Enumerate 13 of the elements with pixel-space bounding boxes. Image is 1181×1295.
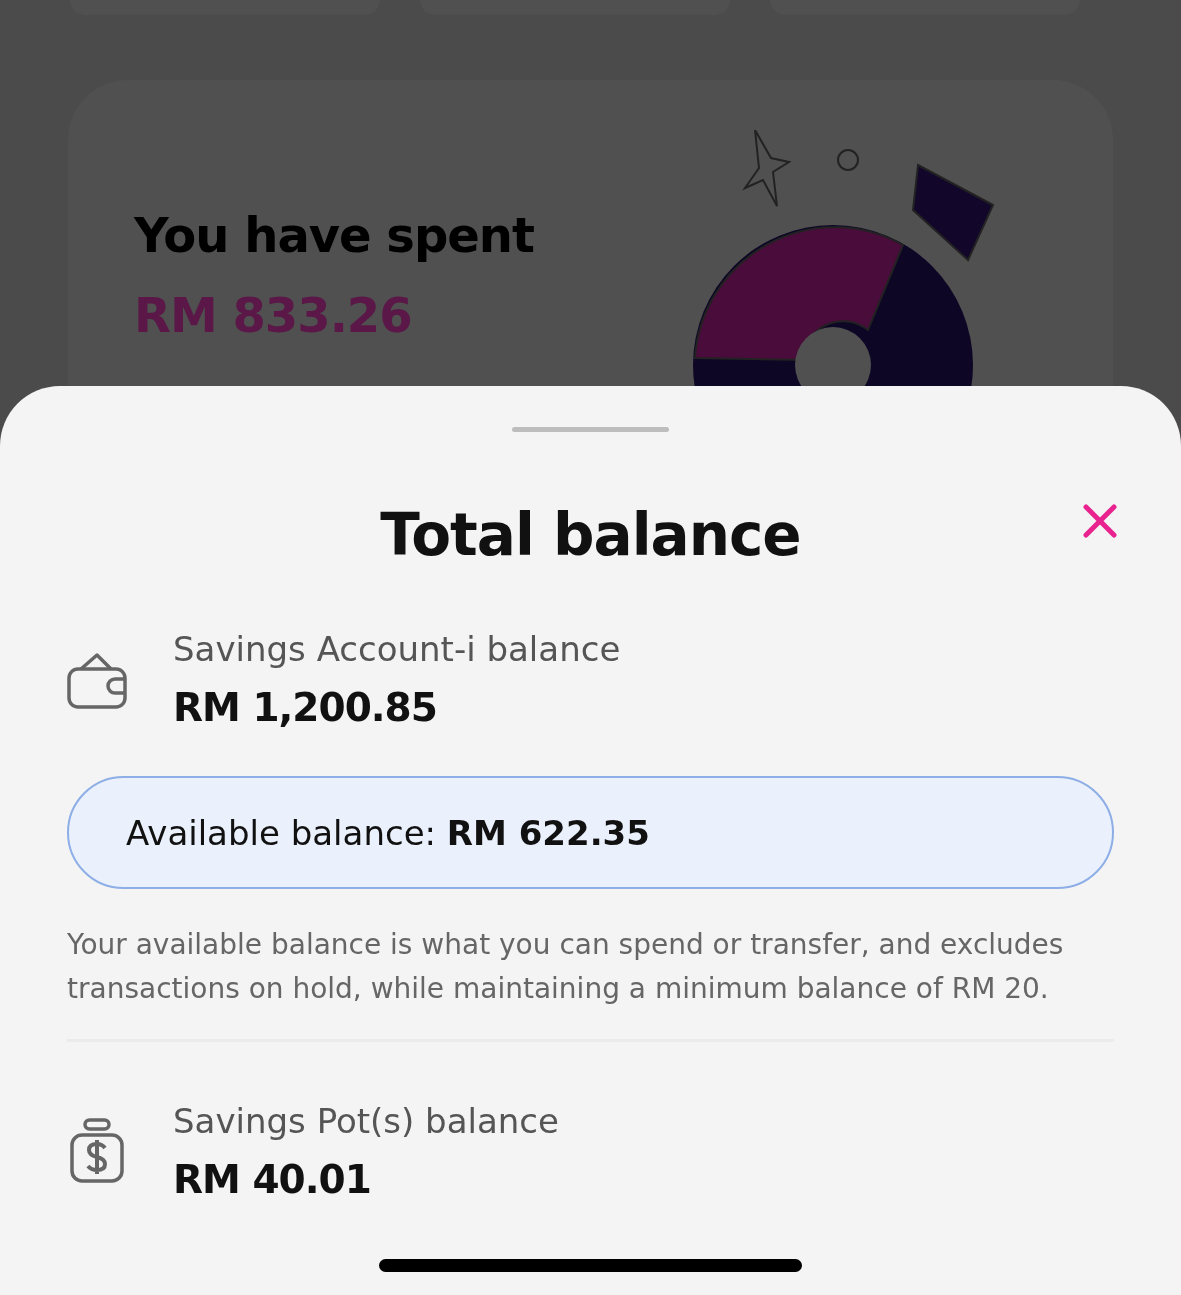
- balance-label: Savings Pot(s) balance: [173, 1100, 559, 1143]
- spent-amount: RM 833.26: [134, 286, 413, 345]
- spent-heading: You have spent: [134, 206, 534, 265]
- available-balance-text: Available balance: RM 622.35: [126, 812, 650, 853]
- money-bag-icon: [69, 1118, 125, 1184]
- close-button[interactable]: [1083, 504, 1117, 538]
- sheet-title: Total balance: [380, 501, 801, 569]
- balance-amount: RM 40.01: [173, 1156, 372, 1204]
- balance-note: Your available balance is what you can spend or transfer, and excludes transactions on hold, while maintaining a minimum balance of RM 20.: [67, 927, 1065, 1007]
- drag-handle[interactable]: [512, 427, 669, 432]
- balance-label: Savings Account-i balance: [173, 628, 621, 671]
- balance-amount: RM 1,200.85: [173, 684, 438, 732]
- close-icon: [1083, 504, 1117, 538]
